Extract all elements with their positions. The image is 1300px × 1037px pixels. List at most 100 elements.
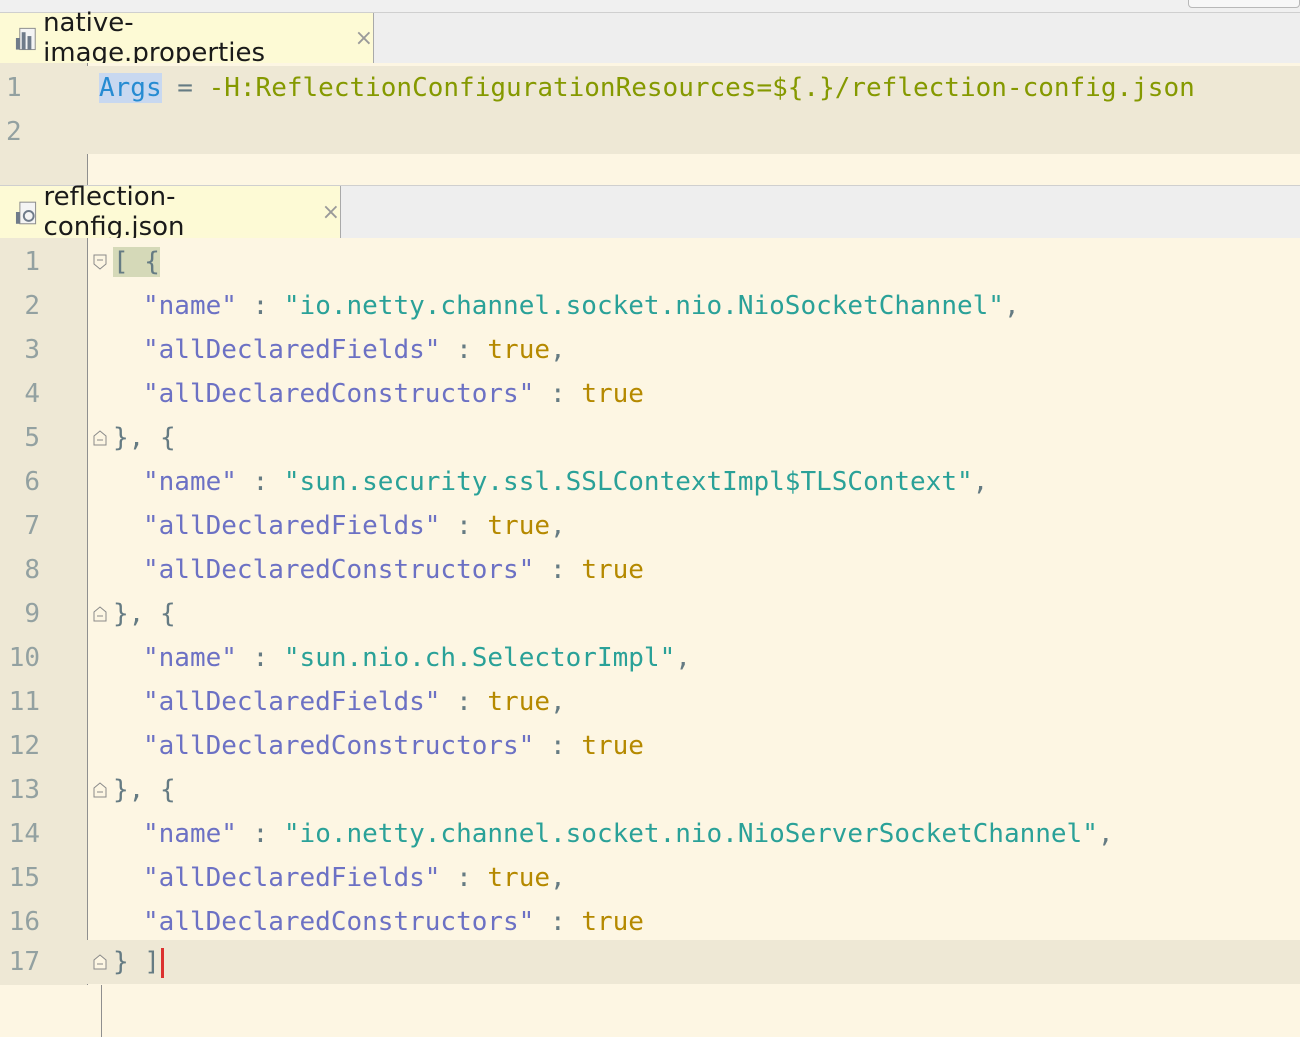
colon: : bbox=[236, 643, 284, 673]
line-number: 12 bbox=[8, 731, 40, 761]
json-boolean: true bbox=[581, 907, 644, 937]
json-boolean: true bbox=[581, 379, 644, 409]
code-text: "name" : "io.netty.channel.socket.nio.Ni… bbox=[143, 284, 1020, 328]
code-text: Args = -H:ReflectionConfigurationResourc… bbox=[99, 66, 1195, 110]
code-line: 16 "allDeclaredConstructors" : true bbox=[0, 900, 1300, 944]
comma: , bbox=[550, 863, 566, 893]
code-line: 14 "name" : "io.netty.channel.socket.nio… bbox=[0, 812, 1300, 856]
fold-marker-icon[interactable] bbox=[93, 782, 107, 798]
property-key: Args bbox=[99, 73, 162, 103]
code-text: }, { bbox=[113, 592, 176, 636]
json-string: "sun.nio.ch.SelectorImpl" bbox=[283, 643, 676, 673]
json-boolean: true bbox=[487, 687, 551, 717]
code-line-current: 17 } ] bbox=[0, 940, 1300, 984]
colon: : bbox=[236, 467, 284, 497]
json-key: "allDeclaredConstructors" bbox=[143, 379, 535, 409]
toolbar-button-edge[interactable] bbox=[1188, 0, 1300, 8]
close-icon[interactable]: × bbox=[322, 200, 340, 225]
code-line: 5 }, { bbox=[0, 416, 1300, 460]
comma: , bbox=[675, 643, 691, 673]
code-text: "allDeclaredConstructors" : true bbox=[143, 548, 644, 592]
line-number: 2 bbox=[24, 291, 40, 321]
code-line: 2 bbox=[0, 110, 1300, 154]
editor-empty-area[interactable] bbox=[0, 985, 1300, 1037]
colon: : bbox=[534, 731, 582, 761]
properties-file-icon bbox=[15, 27, 36, 51]
colon: : bbox=[534, 555, 582, 585]
code-text: }, { bbox=[113, 416, 176, 460]
line-number: 11 bbox=[8, 687, 40, 717]
code-line: 3 "allDeclaredFields" : true, bbox=[0, 328, 1300, 372]
code-text: }, { bbox=[113, 768, 176, 812]
json-key: "allDeclaredFields" bbox=[143, 335, 441, 365]
object-separator: }, { bbox=[113, 775, 176, 805]
fold-marker-icon[interactable] bbox=[93, 254, 107, 270]
code-line: 12 "allDeclaredConstructors" : true bbox=[0, 724, 1300, 768]
tab-bar-json: reflection-config.json × bbox=[0, 182, 1300, 242]
line-number: 4 bbox=[24, 379, 40, 409]
array-close: } ] bbox=[113, 947, 160, 977]
colon: : bbox=[440, 511, 488, 541]
properties-editor[interactable]: 1 Args = -H:ReflectionConfigurationResou… bbox=[0, 63, 1300, 185]
property-value: -H:ReflectionConfigurationResources=${.}… bbox=[208, 73, 1195, 103]
json-key: "name" bbox=[143, 643, 237, 673]
tab-native-image-properties[interactable]: native-image.properties × bbox=[0, 8, 374, 68]
code-text: } ] bbox=[113, 940, 164, 984]
gutter-divider bbox=[101, 985, 102, 1037]
code-line: 2 "name" : "io.netty.channel.socket.nio.… bbox=[0, 284, 1300, 328]
line-number: 15 bbox=[8, 863, 40, 893]
json-boolean: true bbox=[487, 335, 551, 365]
colon: : bbox=[440, 335, 488, 365]
code-text: "allDeclaredConstructors" : true bbox=[143, 900, 644, 944]
comma: , bbox=[550, 511, 566, 541]
line-number: 2 bbox=[6, 117, 22, 147]
line-number: 3 bbox=[24, 335, 40, 365]
code-line: 15 "allDeclaredFields" : true, bbox=[0, 856, 1300, 900]
comma: , bbox=[1097, 819, 1114, 849]
json-key: "allDeclaredConstructors" bbox=[143, 555, 535, 585]
code-line: 6 "name" : "sun.security.ssl.SSLContextI… bbox=[0, 460, 1300, 504]
comma: , bbox=[550, 687, 566, 717]
json-string: "sun.security.ssl.SSLContextImpl$TLSCont… bbox=[283, 467, 973, 497]
json-boolean: true bbox=[581, 731, 644, 761]
fold-marker-icon[interactable] bbox=[93, 954, 107, 970]
code-line: 11 "allDeclaredFields" : true, bbox=[0, 680, 1300, 724]
code-line: 9 }, { bbox=[0, 592, 1300, 636]
json-boolean: true bbox=[487, 511, 551, 541]
code-text: "allDeclaredFields" : true, bbox=[143, 328, 566, 372]
code-text: "allDeclaredConstructors" : true bbox=[143, 724, 644, 768]
comma: , bbox=[1003, 291, 1020, 321]
json-boolean: true bbox=[581, 555, 644, 585]
code-text: "name" : "io.netty.channel.socket.nio.Ni… bbox=[143, 812, 1114, 856]
text-caret bbox=[160, 947, 164, 978]
close-icon[interactable]: × bbox=[355, 26, 373, 51]
line-number: 5 bbox=[24, 423, 40, 453]
colon: : bbox=[534, 907, 582, 937]
code-text: [ { bbox=[113, 240, 160, 284]
line-number: 10 bbox=[8, 643, 40, 673]
json-key: "name" bbox=[143, 467, 237, 497]
json-key: "name" bbox=[143, 291, 237, 321]
code-text: "allDeclaredFields" : true, bbox=[143, 504, 566, 548]
line-number: 14 bbox=[8, 819, 40, 849]
json-key: "allDeclaredConstructors" bbox=[143, 907, 535, 937]
line-number: 16 bbox=[8, 907, 40, 937]
code-line: 1 Args = -H:ReflectionConfigurationResou… bbox=[0, 66, 1300, 110]
json-string: "io.netty.channel.socket.nio.NioSocketCh… bbox=[283, 291, 1004, 321]
json-editor[interactable]: 1 [ { 2 "name" : "io.netty.channel.socke… bbox=[0, 238, 1300, 985]
fold-marker-icon[interactable] bbox=[93, 430, 107, 446]
line-number: 8 bbox=[24, 555, 40, 585]
tab-reflection-config-json[interactable]: reflection-config.json × bbox=[0, 182, 341, 242]
tab-label: native-image.properties bbox=[43, 8, 266, 68]
code-line: 13 }, { bbox=[0, 768, 1300, 812]
line-number: 17 bbox=[8, 947, 40, 977]
line-number: 1 bbox=[24, 247, 40, 277]
json-key: "allDeclaredFields" bbox=[143, 863, 441, 893]
line-number: 1 bbox=[6, 73, 22, 103]
fold-marker-icon[interactable] bbox=[93, 606, 107, 622]
colon: : bbox=[534, 379, 582, 409]
code-line: 7 "allDeclaredFields" : true, bbox=[0, 504, 1300, 548]
json-key: "name" bbox=[143, 819, 237, 849]
json-key: "allDeclaredFields" bbox=[143, 687, 441, 717]
line-number: 13 bbox=[8, 775, 40, 805]
